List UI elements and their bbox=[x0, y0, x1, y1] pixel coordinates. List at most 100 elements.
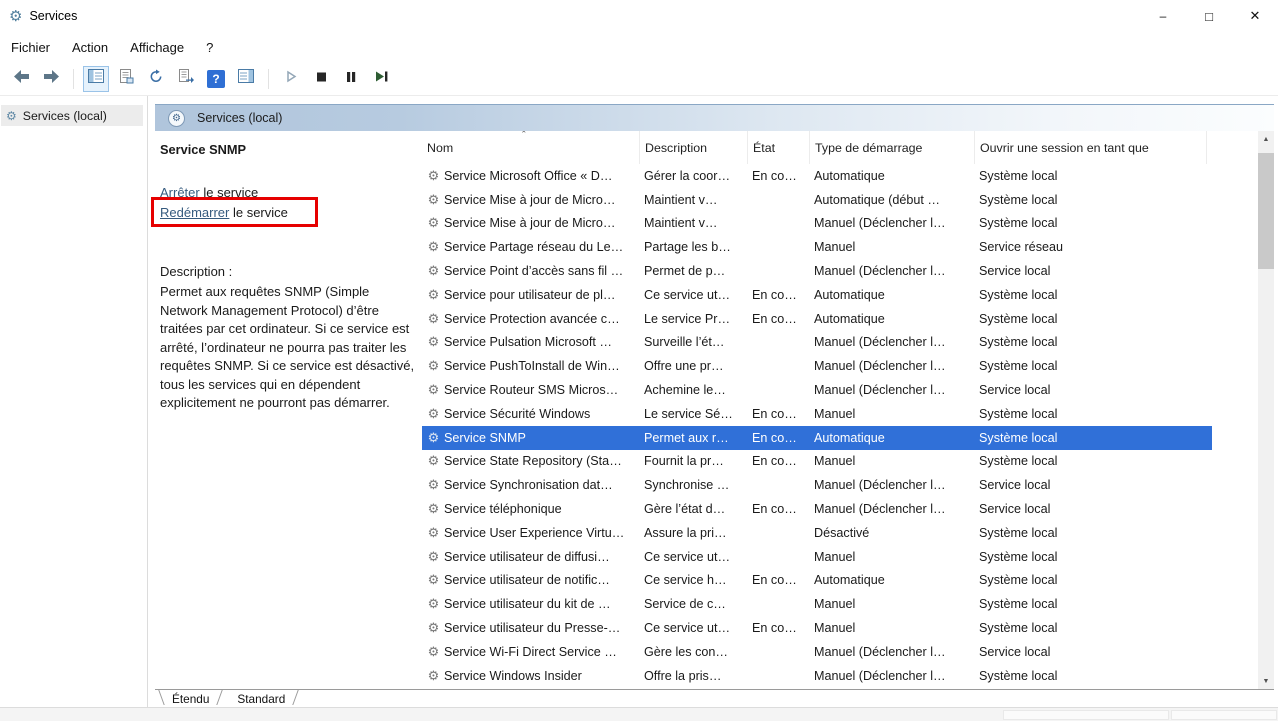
banner-title: Services (local) bbox=[197, 111, 282, 125]
properties-button[interactable] bbox=[113, 66, 139, 92]
menu-fichier[interactable]: Fichier bbox=[0, 34, 61, 61]
table-row[interactable]: ⚙ Service User Experience Virtu… Assure … bbox=[422, 521, 1212, 545]
service-gear-icon: ⚙ bbox=[426, 215, 441, 231]
stop-service-button[interactable] bbox=[308, 66, 334, 92]
cell-state: En co… bbox=[748, 454, 810, 468]
table-row[interactable]: ⚙ Service Sécurité Windows Le service Sé… bbox=[422, 402, 1212, 426]
description-label: Description : bbox=[160, 264, 416, 279]
toolbar: ? bbox=[0, 62, 1278, 96]
column-header-etat[interactable]: État bbox=[748, 131, 810, 164]
pause-service-button[interactable] bbox=[338, 66, 364, 92]
cell-name: Service utilisateur de diffusi… bbox=[441, 550, 640, 564]
scrollbar-thumb[interactable] bbox=[1258, 153, 1274, 269]
table-row[interactable]: ⚙ Service Partage réseau du Le… Partage … bbox=[422, 235, 1212, 259]
table-row[interactable]: ⚙ Service Point d’accès sans fil … Perme… bbox=[422, 259, 1212, 283]
cell-startup-type: Automatique bbox=[810, 288, 975, 302]
cell-startup-type: Automatique (début … bbox=[810, 193, 975, 207]
cell-state: En co… bbox=[748, 312, 810, 326]
restart-service-link[interactable]: Redémarrer bbox=[160, 205, 229, 220]
table-row[interactable]: ⚙ Service State Repository (Sta… Fournit… bbox=[422, 450, 1212, 474]
cell-name: Service téléphonique bbox=[441, 502, 640, 516]
cell-name: Service Partage réseau du Le… bbox=[441, 240, 640, 254]
menu-help[interactable]: ? bbox=[195, 34, 224, 61]
cell-description: Gérer la coor… bbox=[640, 169, 748, 183]
export-list-icon bbox=[178, 69, 195, 89]
description-text: Permet aux requêtes SNMP (Simple Network… bbox=[160, 283, 418, 413]
service-gear-icon: ⚙ bbox=[426, 620, 441, 636]
cell-logon-as: Système local bbox=[975, 454, 1207, 468]
tree-item-services-local[interactable]: ⚙ Services (local) bbox=[1, 105, 143, 126]
help-button[interactable]: ? bbox=[203, 66, 229, 92]
minimize-button[interactable]: – bbox=[1140, 0, 1186, 32]
table-row[interactable]: ⚙ Service utilisateur du kit de … Servic… bbox=[422, 592, 1212, 616]
table-row[interactable]: ⚙ Service Wi-Fi Direct Service … Gère le… bbox=[422, 640, 1212, 664]
tab-etendu[interactable]: Étendu bbox=[158, 690, 223, 707]
cell-logon-as: Système local bbox=[975, 359, 1207, 373]
column-header-type-demarrage[interactable]: Type de démarrage bbox=[810, 131, 975, 164]
column-header-ouvrir-session[interactable]: Ouvrir une session en tant que bbox=[975, 131, 1207, 164]
cell-logon-as: Système local bbox=[975, 431, 1207, 445]
cell-startup-type: Manuel (Déclencher l… bbox=[810, 669, 975, 683]
cell-description: Ce service ut… bbox=[640, 550, 748, 564]
cell-name: Service User Experience Virtu… bbox=[441, 526, 640, 540]
service-gear-icon: ⚙ bbox=[426, 668, 441, 684]
maximize-button[interactable]: □ bbox=[1186, 0, 1232, 32]
stop-service-link[interactable]: Arrêter bbox=[160, 185, 200, 200]
forward-button[interactable] bbox=[38, 66, 64, 92]
help-icon: ? bbox=[207, 70, 225, 88]
show-hide-action-pane-button[interactable] bbox=[233, 66, 259, 92]
table-row[interactable]: ⚙ Service SNMP Permet aux r… En co… Auto… bbox=[422, 426, 1212, 450]
table-row[interactable]: ⚙ Service utilisateur de diffusi… Ce ser… bbox=[422, 545, 1212, 569]
table-row[interactable]: ⚙ Service Microsoft Office « D… Gérer la… bbox=[422, 164, 1212, 188]
vertical-scrollbar[interactable]: ▲ ▼ bbox=[1258, 131, 1274, 689]
restart-service-button[interactable] bbox=[368, 66, 394, 92]
start-service-button[interactable] bbox=[278, 66, 304, 92]
table-row[interactable]: ⚙ Service utilisateur du Presse-… Ce ser… bbox=[422, 616, 1212, 640]
export-list-button[interactable] bbox=[173, 66, 199, 92]
cell-startup-type: Manuel (Déclencher l… bbox=[810, 502, 975, 516]
stop-service-icon bbox=[313, 69, 329, 89]
table-row[interactable]: ⚙ Service Synchronisation dat… Synchroni… bbox=[422, 473, 1212, 497]
cell-name: Service Windows Insider bbox=[441, 669, 640, 683]
cell-logon-as: Service local bbox=[975, 264, 1207, 278]
tab-standard[interactable]: Standard bbox=[223, 690, 299, 707]
services-gear-icon: ⚙ bbox=[6, 109, 17, 123]
cell-name: Service utilisateur du kit de … bbox=[441, 597, 640, 611]
title-bar: ⚙ Services – □ ✕ bbox=[0, 0, 1278, 32]
table-row[interactable]: ⚙ Service pour utilisateur de pl… Ce ser… bbox=[422, 283, 1212, 307]
column-header-nom[interactable]: ˆ Nom bbox=[422, 131, 640, 164]
table-row[interactable]: ⚙ Service Protection avancée c… Le servi… bbox=[422, 307, 1212, 331]
service-gear-icon: ⚙ bbox=[426, 477, 441, 493]
menu-action[interactable]: Action bbox=[61, 34, 119, 61]
service-gear-icon: ⚙ bbox=[426, 358, 441, 374]
status-bar bbox=[0, 707, 1278, 721]
table-row[interactable]: ⚙ Service utilisateur de notific… Ce ser… bbox=[422, 569, 1212, 593]
table-row[interactable]: ⚙ Service Windows Insider Offre la pris…… bbox=[422, 664, 1212, 688]
scroll-down-icon[interactable]: ▼ bbox=[1258, 673, 1274, 689]
cell-name: Service SNMP bbox=[441, 431, 640, 445]
table-row[interactable]: ⚙ Service Routeur SMS Micros… Achemine l… bbox=[422, 378, 1212, 402]
table-row[interactable]: ⚙ Service Mise à jour de Micro… Maintien… bbox=[422, 212, 1212, 236]
service-gear-icon: ⚙ bbox=[426, 644, 441, 660]
tab-label: Standard bbox=[237, 692, 285, 706]
cell-logon-as: Système local bbox=[975, 573, 1207, 587]
cell-name: Service Sécurité Windows bbox=[441, 407, 640, 421]
table-row[interactable]: ⚙ Service téléphonique Gère l’état d… En… bbox=[422, 497, 1212, 521]
table-row[interactable]: ⚙ Service PushToInstall de Win… Offre un… bbox=[422, 354, 1212, 378]
table-row[interactable]: ⚙ Service Mise à jour de Micro… Maintien… bbox=[422, 188, 1212, 212]
service-gear-icon: ⚙ bbox=[426, 596, 441, 612]
column-header-description[interactable]: Description bbox=[640, 131, 748, 164]
close-button[interactable]: ✕ bbox=[1232, 0, 1278, 32]
cell-startup-type: Manuel (Déclencher l… bbox=[810, 383, 975, 397]
cell-logon-as: Service local bbox=[975, 383, 1207, 397]
back-button[interactable] bbox=[8, 66, 34, 92]
menu-affichage[interactable]: Affichage bbox=[119, 34, 195, 61]
show-hide-console-tree-button[interactable] bbox=[83, 66, 109, 92]
cell-state: En co… bbox=[748, 169, 810, 183]
table-row[interactable]: ⚙ Service Pulsation Microsoft … Surveill… bbox=[422, 331, 1212, 355]
refresh-button[interactable] bbox=[143, 66, 169, 92]
cell-name: Service Mise à jour de Micro… bbox=[441, 216, 640, 230]
column-header-label: Type de démarrage bbox=[815, 141, 922, 155]
scroll-up-icon[interactable]: ▲ bbox=[1258, 131, 1274, 147]
cell-name: Service Microsoft Office « D… bbox=[441, 169, 640, 183]
